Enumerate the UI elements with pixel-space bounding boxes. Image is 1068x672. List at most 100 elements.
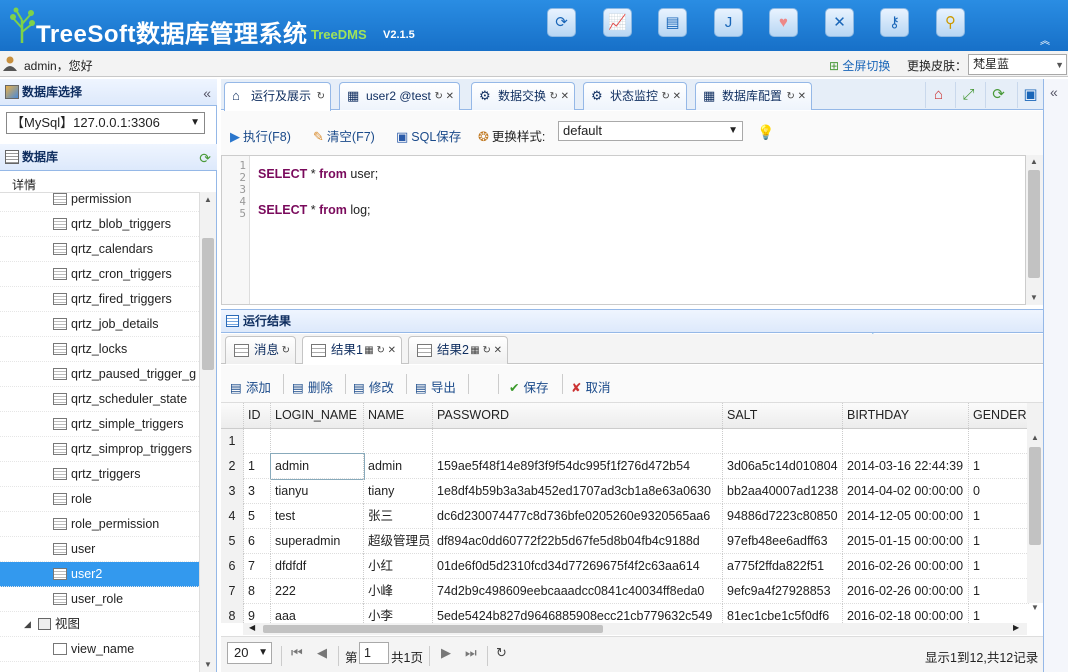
tree-scrollbar[interactable]: ▲ ▼: [199, 192, 216, 672]
table-cell[interactable]: tiany: [364, 479, 433, 504]
grid-vscrollbar[interactable]: ▲ ▼: [1027, 403, 1043, 612]
table-cell[interactable]: 2014-12-05 00:00:00: [843, 504, 969, 529]
scroll-left-icon[interactable]: ◀: [249, 623, 255, 632]
table-cell[interactable]: [271, 429, 364, 454]
table-cell[interactable]: [843, 429, 969, 454]
home-icon[interactable]: ⌂: [925, 82, 951, 108]
refresh-icon[interactable]: ⟳: [985, 82, 1011, 108]
tree-item[interactable]: qrtz_blob_triggers: [0, 212, 199, 237]
page-input[interactable]: 1: [359, 642, 389, 664]
reload-icon[interactable]: ↻: [317, 83, 325, 110]
tab-messages[interactable]: 消息 ↻: [225, 336, 296, 364]
table-cell[interactable]: dfdfdf: [271, 554, 364, 579]
scroll-right-icon[interactable]: ▶: [1013, 623, 1019, 632]
prev-page-icon[interactable]: ◀: [317, 645, 327, 661]
table-cell[interactable]: 3d06a5c14d010804: [723, 454, 843, 479]
refresh-icon[interactable]: ⟳: [547, 8, 576, 37]
collapse-up-icon[interactable]: ︽: [1040, 32, 1050, 47]
table-cell[interactable]: 2014-03-16 22:44:39: [843, 454, 969, 479]
close-icon[interactable]: ↻ ✕: [786, 83, 806, 110]
table-row[interactable]: 6 7 dfdfdf 小红 01de6f0d5d2310fcd34d77269675f4…: [221, 554, 1029, 579]
tree-item[interactable]: qrtz_job_details: [0, 312, 199, 337]
run-button[interactable]: ▶ 执行(F8): [230, 126, 291, 145]
table-cell[interactable]: 1: [969, 579, 1029, 604]
cancel-button[interactable]: ✘ 取消: [571, 377, 611, 396]
java-icon[interactable]: J: [714, 8, 743, 37]
table-cell[interactable]: test: [271, 504, 364, 529]
tree-item[interactable]: qrtz_simprop_triggers: [0, 437, 199, 462]
table-cell[interactable]: 5ede5424b827d9646885908ecc21cb779632c549: [433, 604, 723, 623]
table-cell[interactable]: 1: [969, 529, 1029, 554]
tree-item-selected[interactable]: user2: [0, 562, 199, 587]
close-icon[interactable]: ↻ ✕: [434, 83, 454, 110]
tab-run[interactable]: ⌂ 运行及展示 ↻: [224, 82, 331, 111]
table-cell[interactable]: 2016-02-26 00:00:00: [843, 554, 969, 579]
tab-result2[interactable]: 结果2 ▦ ↻ ✕: [408, 336, 508, 364]
table-cell[interactable]: 8: [244, 579, 271, 604]
table-cell[interactable]: 超级管理员: [364, 529, 433, 554]
save-button[interactable]: ✔ 保存: [509, 377, 549, 396]
export-button[interactable]: ▤ 导出: [415, 377, 456, 396]
collapse-triangle-icon[interactable]: ◢: [24, 612, 31, 636]
table-cell[interactable]: aaa: [271, 604, 364, 623]
last-page-icon[interactable]: ⏭: [465, 645, 477, 661]
table-cell[interactable]: 2016-02-18 00:00:00: [843, 604, 969, 623]
table-cell[interactable]: [723, 429, 843, 454]
close-icon[interactable]: ▦ ↻ ✕: [364, 337, 396, 364]
table-cell[interactable]: 5: [244, 504, 271, 529]
tree-item[interactable]: qrtz_paused_trigger_g: [0, 362, 199, 387]
table-cell[interactable]: 小峰: [364, 579, 433, 604]
page-size-select[interactable]: 20 ▼: [227, 642, 272, 664]
scroll-thumb[interactable]: [1028, 170, 1040, 278]
sql-save-button[interactable]: ▣ SQL保存: [396, 126, 461, 145]
tab-result1[interactable]: 结果1 ▦ ↻ ✕: [302, 336, 402, 364]
grid-hscrollbar[interactable]: ◀ ▶: [243, 623, 1027, 635]
table-cell[interactable]: bb2aa40007ad1238: [723, 479, 843, 504]
scroll-up-icon[interactable]: ▲: [1030, 157, 1038, 166]
table-cell[interactable]: 222: [271, 579, 364, 604]
table-cell[interactable]: 2016-02-26 00:00:00: [843, 579, 969, 604]
scroll-down-icon[interactable]: ▼: [1030, 293, 1038, 302]
table-cell[interactable]: 9efc9a4f27928853: [723, 579, 843, 604]
key-icon[interactable]: ⚷: [880, 8, 909, 37]
tree-item[interactable]: qrtz_triggers: [0, 462, 199, 487]
table-cell[interactable]: 7: [244, 554, 271, 579]
refresh-tree-icon[interactable]: ⟳: [199, 145, 211, 171]
table-cell[interactable]: 9: [244, 604, 271, 623]
tree-item[interactable]: qrtz_calendars: [0, 237, 199, 262]
tree-item[interactable]: role_permission: [0, 512, 199, 537]
table-row[interactable]: 8 9 aaa 小李 5ede5424b827d9646885908ecc21cb779…: [221, 604, 1029, 623]
table-cell[interactable]: 1e8df4b59b3a3ab452ed1707ad3cb1a8e63a0630: [433, 479, 723, 504]
refresh-icon[interactable]: ↻: [496, 645, 507, 661]
tip-bulb-icon[interactable]: 💡: [757, 124, 774, 141]
table-row[interactable]: 7 8 222 小峰 74d2b9c498609eebcaaadcc0841c40034…: [221, 579, 1029, 604]
tree-item[interactable]: user: [0, 537, 199, 562]
table-cell[interactable]: 0: [969, 479, 1029, 504]
tree-folder-views[interactable]: ◢ 视图: [0, 612, 199, 637]
table-cell[interactable]: [433, 429, 723, 454]
column-header[interactable]: BIRTHDAY: [843, 403, 969, 428]
table-row[interactable]: 2 1 admin admin 159ae5f48f14e89f3f9f54dc995f…: [221, 453, 1029, 480]
style-select[interactable]: default ▼: [558, 121, 743, 141]
editor-scrollbar[interactable]: ▲ ▼: [1026, 155, 1043, 305]
column-header[interactable]: NAME: [364, 403, 433, 428]
db-connection-select[interactable]: 【MySql】127.0.0.1:3306 ▼: [6, 112, 205, 134]
scroll-up-icon[interactable]: ▲: [1031, 433, 1039, 442]
table-cell[interactable]: 2014-04-02 00:00:00: [843, 479, 969, 504]
user-edit-icon[interactable]: ⚲: [936, 8, 965, 37]
table-cell[interactable]: 1: [244, 454, 271, 479]
database-icon[interactable]: ▤: [658, 8, 687, 37]
reload-icon[interactable]: ↻: [282, 337, 290, 364]
table-cell[interactable]: 2015-01-15 00:00:00: [843, 529, 969, 554]
tab-status-monitor[interactable]: ⚙ 状态监控 ↻ ✕: [583, 82, 687, 110]
close-icon[interactable]: ▦ ↻ ✕: [470, 337, 502, 364]
table-cell[interactable]: 159ae5f48f14e89f3f9f54dc995f1f276d472b54: [433, 454, 723, 479]
table-cell[interactable]: [364, 429, 433, 454]
tree-item[interactable]: qrtz_locks: [0, 337, 199, 362]
tools-icon[interactable]: ✕: [825, 8, 854, 37]
scroll-down-icon[interactable]: ▼: [204, 660, 212, 669]
tree-item[interactable]: qrtz_scheduler_state: [0, 387, 199, 412]
scroll-thumb[interactable]: [263, 625, 603, 633]
table-cell[interactable]: dc6d230074477c8d736bfe0205260e9320565aa6: [433, 504, 723, 529]
first-page-icon[interactable]: ⏮: [291, 645, 303, 661]
